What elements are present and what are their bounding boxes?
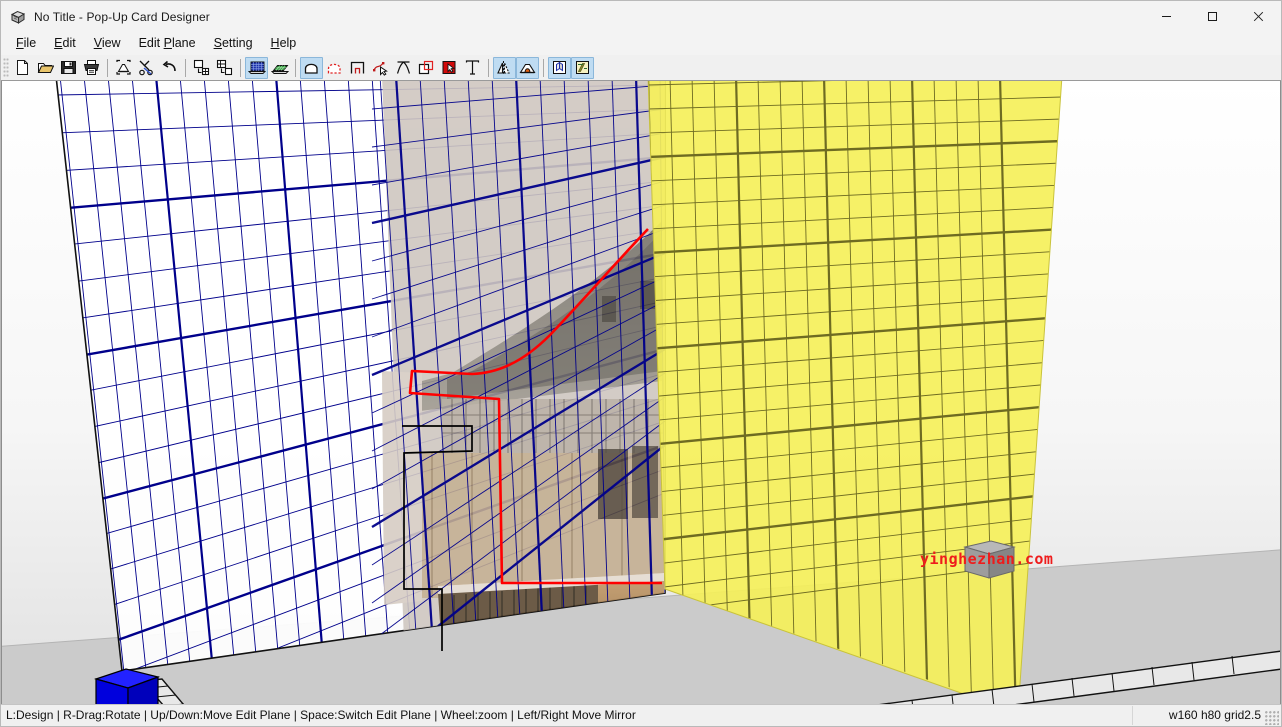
title-bar: No Title - Pop-Up Card Designer bbox=[1, 1, 1281, 33]
status-dimensions: w160 h80 grid2.5 bbox=[1133, 706, 1281, 725]
send-back-button[interactable] bbox=[213, 57, 236, 79]
save-file-button[interactable] bbox=[57, 57, 80, 79]
toolbar-separator bbox=[107, 59, 108, 77]
draw-dashed-shape-button[interactable] bbox=[323, 57, 346, 79]
select-fill-button[interactable] bbox=[438, 57, 461, 79]
menu-edit-plane[interactable]: Edit Plane bbox=[130, 34, 205, 53]
canvas-background: yinghezhan.com bbox=[2, 81, 1280, 704]
status-hints: L:Design | R-Drag:Rotate | Up/Down:Move … bbox=[1, 706, 1133, 725]
show-green-plane-button[interactable] bbox=[268, 57, 291, 79]
menu-file[interactable]: FFileile bbox=[7, 34, 45, 53]
copy-shape-button[interactable] bbox=[415, 57, 438, 79]
window-controls bbox=[1143, 1, 1281, 32]
minimize-button[interactable] bbox=[1143, 1, 1189, 32]
app-window: No Title - Pop-Up Card Designer FFileile… bbox=[0, 0, 1282, 727]
export-template-button[interactable] bbox=[571, 57, 594, 79]
close-button[interactable] bbox=[1235, 1, 1281, 32]
menu-help[interactable]: Help bbox=[262, 34, 306, 53]
resize-grip[interactable] bbox=[1265, 711, 1279, 725]
toolbar-grip[interactable] bbox=[3, 58, 9, 77]
print-button[interactable] bbox=[80, 57, 103, 79]
design-canvas[interactable]: yinghezhan.com bbox=[1, 81, 1281, 704]
add-text-button[interactable] bbox=[461, 57, 484, 79]
draw-fold-shape-button[interactable] bbox=[346, 57, 369, 79]
cut-plane-button[interactable] bbox=[135, 57, 158, 79]
scene-3d: yinghezhan.com bbox=[2, 81, 1281, 704]
undo-button[interactable] bbox=[158, 57, 181, 79]
toolbar-separator bbox=[543, 59, 544, 77]
bring-front-button[interactable] bbox=[190, 57, 213, 79]
show-grid-plane-button[interactable] bbox=[245, 57, 268, 79]
status-bar: L:Design | R-Drag:Rotate | Up/Down:Move … bbox=[1, 704, 1281, 726]
mirror-button[interactable] bbox=[493, 57, 516, 79]
menu-edit[interactable]: Edit bbox=[45, 34, 85, 53]
toolbar bbox=[1, 55, 1281, 81]
app-icon bbox=[10, 9, 26, 25]
toolbar-separator bbox=[488, 59, 489, 77]
toolbar-separator bbox=[185, 59, 186, 77]
toolbar-separator bbox=[295, 59, 296, 77]
maximize-button[interactable] bbox=[1189, 1, 1235, 32]
fit-view-button[interactable] bbox=[112, 57, 135, 79]
window-title: No Title - Pop-Up Card Designer bbox=[34, 10, 210, 24]
export-3d-button[interactable] bbox=[548, 57, 571, 79]
draw-curve-button[interactable] bbox=[392, 57, 415, 79]
toolbar-separator bbox=[240, 59, 241, 77]
watermark-text: yinghezhan.com bbox=[920, 550, 1053, 568]
edit-node-button[interactable] bbox=[369, 57, 392, 79]
new-file-button[interactable] bbox=[11, 57, 34, 79]
preview-popup-button[interactable] bbox=[516, 57, 539, 79]
menu-setting[interactable]: Setting bbox=[205, 34, 262, 53]
menu-view[interactable]: View bbox=[85, 34, 130, 53]
open-file-button[interactable] bbox=[34, 57, 57, 79]
draw-closed-shape-button[interactable] bbox=[300, 57, 323, 79]
menu-bar: FFileile Edit View Edit Plane Setting He… bbox=[1, 33, 1281, 55]
